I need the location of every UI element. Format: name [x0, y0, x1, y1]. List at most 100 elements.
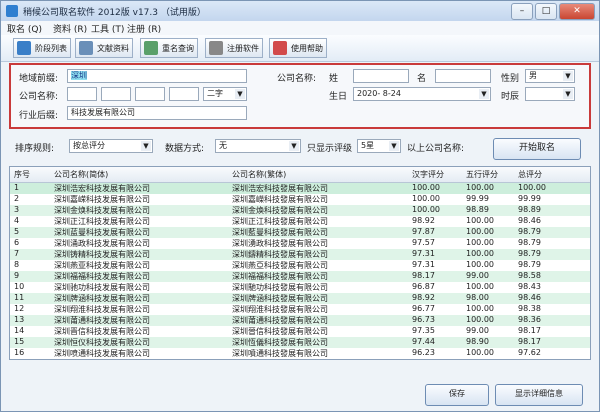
- table-row[interactable]: 4 深圳正江科技发展有限公司 深圳正江科技發展有限公司 98.92 100.00 98.4…: [10, 216, 590, 227]
- table-cell: 96.73: [412, 315, 435, 324]
- table-cell: 16: [14, 348, 25, 357]
- name-char-4-input[interactable]: [169, 87, 199, 101]
- table-row[interactable]: 8 深圳燕亚科技发展有限公司 深圳燕亞科技發展有限公司 97.31 100.00 98.7…: [10, 260, 590, 271]
- menu-tools[interactable]: 工具 (T): [91, 22, 124, 35]
- table-cell: 深圳莆通科技發展有限公司: [232, 316, 328, 325]
- table-row[interactable]: 9 深圳福福科技发展有限公司 深圳福福科技發展有限公司 98.17 99.00 98.58: [10, 271, 590, 282]
- toolbar-button-docs[interactable]: 文献资料: [75, 38, 133, 58]
- table-cell: 深圳浩宏科技发展有限公司: [54, 184, 150, 193]
- table-row[interactable]: 7 深圳铸精科技发展有限公司 深圳鑄精科技發展有限公司 97.31 100.00 98.7…: [10, 249, 590, 260]
- table-cell: 100.00: [466, 348, 494, 357]
- sort-label: 排序规则:: [15, 144, 55, 154]
- table-row[interactable]: 11 深圳牌涵科技发展有限公司 深圳牌涵科技發展有限公司 98.92 98.00 98.4…: [10, 293, 590, 304]
- table-cell: 深圳翔淮科技发展有限公司: [54, 305, 150, 314]
- table-cell: 98.00: [466, 293, 489, 302]
- table-cell: 3: [14, 205, 20, 214]
- minimize-button[interactable]: –: [511, 3, 533, 20]
- table-cell: 98.89: [518, 205, 541, 214]
- table-cell: 深圳嘉嵘科技发展有限公司: [54, 195, 150, 204]
- toolbar-button-help[interactable]: 使用帮助: [269, 38, 327, 58]
- table-cell: 98.92: [412, 293, 435, 302]
- header-char-score[interactable]: 汉字评分: [412, 169, 444, 180]
- table-row[interactable]: 12 深圳翔淮科技发展有限公司 深圳翔淮科技發展有限公司 96.77 100.00 98.…: [10, 304, 590, 315]
- cart-icon: [209, 41, 223, 55]
- surname-label: 姓: [329, 74, 339, 84]
- area-input[interactable]: 深圳: [67, 69, 247, 83]
- show-details-button[interactable]: 显示详细信息: [495, 384, 583, 406]
- gender-label: 性别: [501, 74, 520, 84]
- table-cell: 深圳恆儀科技發展有限公司: [232, 338, 328, 347]
- chevron-down-icon: ▼: [289, 141, 299, 151]
- table-cell: 100.00: [466, 304, 494, 313]
- table-cell: 97.62: [518, 348, 541, 357]
- table-cell: 深圳馳功科技發展有限公司: [232, 283, 328, 292]
- table-row[interactable]: 14 深圳晋信科技发展有限公司 深圳晉信科技發展有限公司 97.35 99.00 98.1…: [10, 326, 590, 337]
- header-traditional-name[interactable]: 公司名称(繁体): [232, 169, 286, 180]
- table-cell: 深圳浩宏科技發展有限公司: [232, 184, 328, 193]
- table-cell: 深圳正江科技发展有限公司: [54, 217, 150, 226]
- table-row[interactable]: 15 深圳恒仪科技发展有限公司 深圳恆儀科技發展有限公司 97.44 98.90 98.1…: [10, 337, 590, 348]
- table-row[interactable]: 3 深圳金焕科技发展有限公司 深圳金煥科技發展有限公司 100.00 98.89 98.8…: [10, 205, 590, 216]
- save-button[interactable]: 保存: [425, 384, 489, 406]
- table-row[interactable]: 1 深圳浩宏科技发展有限公司 深圳浩宏科技發展有限公司 100.00 100.00 100…: [10, 183, 590, 194]
- table-cell: 100.00: [466, 315, 494, 324]
- table-cell: 11: [14, 293, 25, 302]
- birthday-picker[interactable]: 2020- 8-24 ▼: [353, 87, 491, 101]
- table-cell: 深圳噴通科技發展有限公司: [232, 349, 328, 358]
- table-cell: 97.35: [412, 326, 435, 335]
- company-name-label: 公司名称:: [19, 92, 59, 102]
- table-cell: 96.23: [412, 348, 435, 357]
- table-row[interactable]: 10 深圳驰功科技发展有限公司 深圳馳功科技發展有限公司 96.87 100.00 98.…: [10, 282, 590, 293]
- table-cell: 深圳莆通科技发展有限公司: [54, 316, 150, 325]
- header-index[interactable]: 序号: [14, 169, 30, 180]
- table-row[interactable]: 6 深圳涌政科技发展有限公司 深圳湧政科技發展有限公司 97.57 100.00 98.7…: [10, 238, 590, 249]
- table-row[interactable]: 2 深圳嘉嵘科技发展有限公司 深圳嘉嶸科技發展有限公司 100.00 99.99 99.9…: [10, 194, 590, 205]
- menu-register[interactable]: 注册 (R): [127, 22, 161, 35]
- table-cell: 12: [14, 304, 25, 313]
- close-button[interactable]: ✕: [559, 3, 595, 20]
- table-cell: 98.79: [518, 238, 541, 247]
- table-cell: 13: [14, 315, 25, 324]
- table-cell: 100.00: [412, 205, 440, 214]
- toolbar-button-duplicate-check[interactable]: 重名查询: [140, 38, 198, 58]
- given-name-input[interactable]: [435, 69, 491, 83]
- table-cell: 99.99: [518, 194, 541, 203]
- table-cell: 深圳牌涵科技发展有限公司: [54, 294, 150, 303]
- maximize-button[interactable]: □: [535, 3, 557, 20]
- industry-input[interactable]: 科技发展有限公司: [67, 106, 247, 120]
- table-row[interactable]: 13 深圳莆通科技发展有限公司 深圳莆通科技發展有限公司 96.73 100.00 98.…: [10, 315, 590, 326]
- rating-select[interactable]: 5星 ▼: [357, 139, 401, 153]
- table-cell: 100.00: [518, 183, 546, 192]
- chevron-down-icon: ▼: [563, 89, 573, 99]
- table-cell: 97.87: [412, 227, 435, 236]
- start-naming-button[interactable]: 开始取名: [493, 138, 581, 160]
- header-total-score[interactable]: 总评分: [518, 169, 542, 180]
- menu-data[interactable]: 资料 (R): [53, 22, 87, 35]
- sort-type-select[interactable]: 无 ▼: [215, 139, 301, 153]
- table-cell: 100.00: [466, 227, 494, 236]
- table-row[interactable]: 16 深圳喷通科技发展有限公司 深圳噴通科技發展有限公司 96.23 100.00 97.…: [10, 348, 590, 359]
- name-char-1-input[interactable]: [67, 87, 97, 101]
- table-cell: 97.31: [412, 260, 435, 269]
- name-char-2-input[interactable]: [101, 87, 131, 101]
- header-wuxing-score[interactable]: 五行评分: [466, 169, 498, 180]
- table-cell: 深圳湧政科技發展有限公司: [232, 239, 328, 248]
- header-simplified-name[interactable]: 公司名称(简体): [54, 169, 108, 180]
- char-count-select[interactable]: 二字 ▼: [203, 87, 247, 101]
- time-select[interactable]: ▼: [525, 87, 575, 101]
- name-char-3-input[interactable]: [135, 87, 165, 101]
- gender-select[interactable]: 男 ▼: [525, 69, 575, 83]
- table-cell: 98.79: [518, 260, 541, 269]
- table-cell: 4: [14, 216, 20, 225]
- sort-select[interactable]: 按总评分 ▼: [69, 139, 153, 153]
- table-cell: 深圳翔淮科技發展有限公司: [232, 305, 328, 314]
- table-cell: 100.00: [466, 249, 494, 258]
- surname-input[interactable]: [353, 69, 409, 83]
- toolbar-button-register[interactable]: 注册软件: [205, 38, 263, 58]
- toolbar-button-list[interactable]: 阶段列表: [13, 38, 71, 58]
- table-cell: 98.90: [466, 337, 489, 346]
- table-row[interactable]: 5 深圳蓝曼科技发展有限公司 深圳藍曼科技發展有限公司 97.87 100.00 98.7…: [10, 227, 590, 238]
- menu-naming[interactable]: 取名 (Q): [7, 22, 42, 35]
- table-cell: 深圳牌涵科技發展有限公司: [232, 294, 328, 303]
- table-cell: 深圳福福科技发展有限公司: [54, 272, 150, 281]
